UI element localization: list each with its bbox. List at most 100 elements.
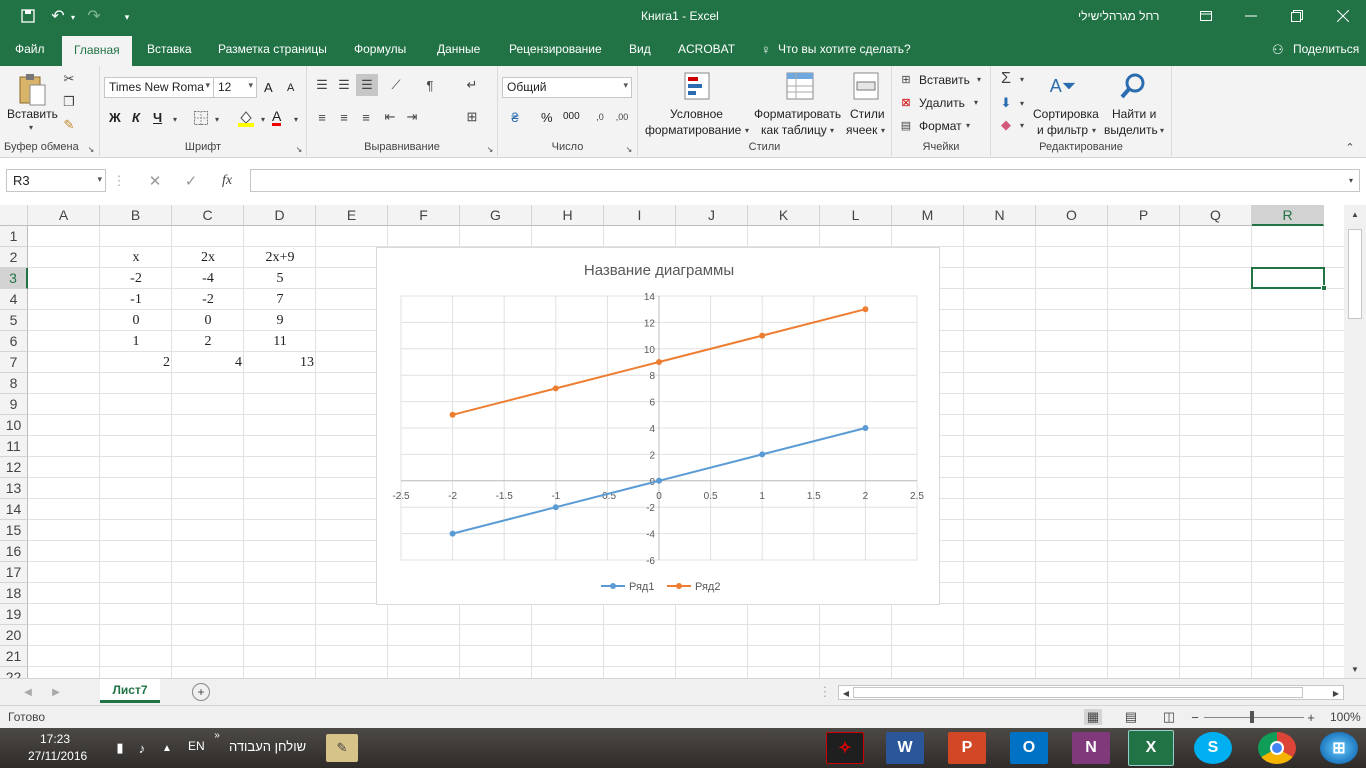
tell-me-box[interactable]: Что вы хотите сделать? xyxy=(778,42,911,56)
close-icon[interactable] xyxy=(1332,6,1354,26)
fill-handle[interactable] xyxy=(1321,285,1327,291)
horizontal-scrollbar[interactable]: ◀ ▶ xyxy=(838,685,1344,700)
tab-review[interactable]: Рецензирование xyxy=(509,42,602,56)
sort-filter-icon[interactable]: A⏷ xyxy=(1047,70,1079,102)
name-box[interactable]: R3 ▾ xyxy=(6,169,106,192)
insert-cells-icon[interactable]: ⊞ xyxy=(899,72,913,86)
cell-b5[interactable]: 0 xyxy=(100,310,172,331)
row-header-9[interactable]: 9 xyxy=(0,394,28,415)
tab-data[interactable]: Данные xyxy=(437,42,480,56)
delete-cells-icon[interactable]: ⊠ xyxy=(899,95,913,109)
share-button[interactable]: Поделиться xyxy=(1293,42,1359,56)
chevron-down-icon[interactable]: ▾ xyxy=(1017,118,1027,132)
selected-cell-r3[interactable] xyxy=(1251,267,1325,289)
row-header-7[interactable]: 7 xyxy=(0,352,28,373)
row-header-21[interactable]: 21 xyxy=(0,646,28,667)
tray-expand-icon[interactable]: ▲ xyxy=(160,740,174,756)
horizontal-scroll-thumb[interactable] xyxy=(853,687,1303,698)
cell-d3[interactable]: 5 xyxy=(244,268,316,289)
row-header-16[interactable]: 16 xyxy=(0,541,28,562)
chevron-down-icon[interactable]: ▾ xyxy=(1089,124,1099,136)
cancel-icon[interactable]: ✕ xyxy=(146,172,164,190)
sheet-tab-list7[interactable]: Лист7 xyxy=(100,679,160,703)
fill-icon[interactable]: ⬇ xyxy=(997,94,1015,112)
text-direction-icon[interactable]: ¶ xyxy=(419,76,441,94)
conditional-formatting-icon[interactable] xyxy=(682,70,712,102)
cell-d6[interactable]: 11 xyxy=(244,331,316,352)
undo-icon[interactable]: ↶ xyxy=(48,6,68,26)
page-layout-view-icon[interactable]: ▤ xyxy=(1122,709,1140,725)
row-header-18[interactable]: 18 xyxy=(0,583,28,604)
formula-input[interactable]: ▾ xyxy=(250,169,1360,192)
bold-button[interactable]: Ж xyxy=(109,110,121,125)
tab-acrobat[interactable]: ACROBAT xyxy=(678,42,735,56)
chevron-down-icon[interactable]: ▾ xyxy=(878,124,888,136)
find-select-label1[interactable]: Найти и xyxy=(1112,107,1156,121)
column-header-f[interactable]: F xyxy=(388,205,460,226)
conditional-formatting-label1[interactable]: Условное xyxy=(670,107,723,121)
column-header-e[interactable]: E xyxy=(316,205,388,226)
cell-b3[interactable]: -2 xyxy=(100,268,172,289)
font-color-button[interactable]: A xyxy=(272,109,282,126)
powerpoint-taskbar-icon[interactable]: P xyxy=(948,732,986,764)
column-header-q[interactable]: Q xyxy=(1180,205,1252,226)
excel-taskbar-icon[interactable]: X xyxy=(1128,730,1174,766)
cell-c5[interactable]: 0 xyxy=(172,310,244,331)
row-header-10[interactable]: 10 xyxy=(0,415,28,436)
align-right-icon[interactable]: ≡ xyxy=(357,108,375,126)
expand-formula-icon[interactable]: ▾ xyxy=(1345,172,1357,188)
user-name[interactable]: רחל מגרהלישילי xyxy=(1078,9,1159,23)
paste-dropdown-icon[interactable]: ▾ xyxy=(26,122,36,132)
row-header-12[interactable]: 12 xyxy=(0,457,28,478)
tab-page-layout[interactable]: Разметка страницы xyxy=(218,42,327,56)
select-all-corner[interactable] xyxy=(0,205,28,226)
desktop-toolbar-label[interactable]: שולחן העבודה xyxy=(229,739,306,754)
delete-cells-button[interactable]: Удалить xyxy=(919,96,965,110)
zoom-in-icon[interactable]: + xyxy=(1305,709,1317,725)
row-header-2[interactable]: 2 xyxy=(0,247,28,268)
decrease-decimal-icon[interactable]: ,00 xyxy=(612,108,632,126)
column-header-r[interactable]: R xyxy=(1252,205,1324,226)
chrome-taskbar-icon[interactable] xyxy=(1258,732,1296,764)
column-header-d[interactable]: D xyxy=(244,205,316,226)
row-header-11[interactable]: 11 xyxy=(0,436,28,457)
chevron-down-icon[interactable]: ▾ xyxy=(1017,72,1027,86)
chevron-down-icon[interactable]: ▾ xyxy=(1157,124,1167,136)
find-select-icon[interactable] xyxy=(1117,70,1149,102)
zoom-out-icon[interactable]: − xyxy=(1189,709,1201,725)
signal-icon[interactable]: ▮ xyxy=(112,740,128,756)
row-header-4[interactable]: 4 xyxy=(0,289,28,310)
format-as-table-label1[interactable]: Форматировать xyxy=(754,107,841,121)
cell-b7[interactable]: 2 xyxy=(100,352,170,373)
font-launcher-icon[interactable]: ↘ xyxy=(294,144,304,154)
cut-icon[interactable]: ✂ xyxy=(60,70,78,88)
page-break-view-icon[interactable]: ◫ xyxy=(1160,709,1178,725)
conditional-formatting-label2[interactable]: форматирование xyxy=(645,123,741,137)
scroll-right-icon[interactable]: ▶ xyxy=(1331,687,1341,699)
cell-c4[interactable]: -2 xyxy=(172,289,244,310)
underline-button[interactable]: Ч xyxy=(153,110,162,125)
splitter-icon[interactable]: ⋮ xyxy=(819,684,832,699)
minimize-icon[interactable] xyxy=(1240,6,1262,26)
number-launcher-icon[interactable]: ↘ xyxy=(624,144,634,154)
zoom-slider[interactable] xyxy=(1204,717,1304,718)
tab-file[interactable]: Файл xyxy=(15,42,45,56)
font-color-dropdown-icon[interactable]: ▾ xyxy=(291,112,301,126)
borders-icon[interactable] xyxy=(192,109,210,127)
thousands-button[interactable]: 000 xyxy=(563,111,580,122)
copy-icon[interactable]: ❐ xyxy=(60,93,78,111)
font-name-combo[interactable]: Times New Roma ▾ xyxy=(104,77,214,98)
fill-color-icon[interactable] xyxy=(236,108,256,128)
input-language[interactable]: EN xyxy=(188,739,205,753)
redo-icon[interactable]: ↷ xyxy=(84,6,104,26)
restore-icon[interactable] xyxy=(1286,6,1308,26)
undo-dropdown-icon[interactable]: ▾ xyxy=(68,7,78,27)
zoom-slider-thumb[interactable] xyxy=(1250,711,1254,723)
prev-sheet-icon[interactable]: ◀ xyxy=(22,685,34,699)
font-size-combo[interactable]: 12 ▾ xyxy=(213,77,257,98)
row-header-3[interactable]: 3 xyxy=(0,268,28,289)
insert-function-button[interactable]: fx xyxy=(222,173,232,189)
row-header-6[interactable]: 6 xyxy=(0,331,28,352)
cell-styles-label1[interactable]: Стили xyxy=(850,107,885,121)
row-header-20[interactable]: 20 xyxy=(0,625,28,646)
